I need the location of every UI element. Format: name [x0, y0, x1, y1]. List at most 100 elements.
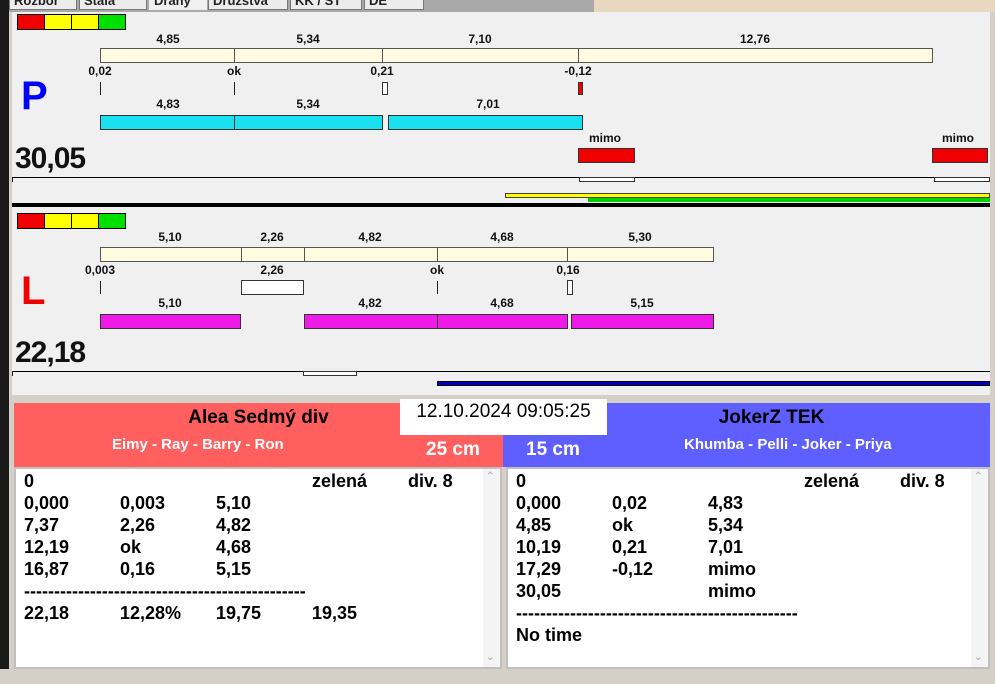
reaction-label: 0,16: [556, 263, 580, 277]
run-bar: [571, 314, 714, 329]
run-label: 4,68: [490, 296, 514, 310]
status-green: [98, 14, 126, 30]
list-cell: zelená: [804, 471, 860, 491]
split-bar: [100, 247, 242, 262]
list-cell: 7,01: [708, 537, 744, 557]
time-label: 5,34: [296, 32, 320, 46]
run-bar: [388, 115, 583, 130]
list-cell: 4,68: [216, 537, 252, 557]
split-bar: [567, 247, 714, 262]
baseline: [12, 371, 990, 372]
window-bottom: [0, 669, 995, 684]
status-yellow: [71, 213, 99, 229]
tab-bar-filler: [594, 0, 995, 12]
list-cell: 0,000: [24, 493, 70, 513]
progress-green: [588, 198, 990, 202]
list-cell: 0: [24, 471, 35, 491]
mimo-bar: [578, 148, 635, 163]
scroll-up-icon[interactable]: ⌃: [486, 471, 494, 482]
time-label: 2,26: [260, 230, 284, 244]
lane-letter: L: [21, 269, 46, 313]
run-label: 7,01: [476, 97, 500, 111]
left-results-list[interactable]: 0 zelená div. 8 0,000 0,003 5,10 7,37 2,26 4,82 1…: [14, 467, 502, 669]
target-marker: [579, 177, 635, 182]
scrollbar[interactable]: ⌃ ⌄: [483, 469, 500, 667]
list-cell: 12,28%: [120, 603, 182, 623]
split-bar: [241, 247, 305, 262]
time-label: 5,30: [628, 230, 652, 244]
tab-drahy[interactable]: Dráhy: [149, 0, 207, 10]
list-cell: 4,83: [708, 493, 744, 513]
reaction-marker: [241, 280, 304, 295]
reaction-label: 0,003: [84, 263, 116, 277]
time-label: 7,10: [468, 32, 492, 46]
tab-de[interactable]: DE: [364, 0, 424, 10]
datetime: 12.10.2024 09:05:25: [400, 399, 607, 435]
scrollbar[interactable]: ⌃ ⌄: [971, 469, 988, 667]
window-edge: [0, 0, 9, 684]
time-label: 12,76: [739, 32, 771, 46]
list-cell: 22,18: [24, 603, 70, 623]
reaction-label: -0,12: [564, 64, 592, 78]
tab-rozbor[interactable]: Rozbor: [9, 0, 77, 10]
team-players: Eimy - Ray - Barry - Ron: [112, 436, 284, 453]
list-cell: 7,37: [24, 515, 60, 535]
run-label: 5,15: [630, 296, 654, 310]
target-marker: [303, 371, 357, 376]
scroll-up-icon[interactable]: ⌃: [974, 471, 982, 482]
split-bar: [234, 48, 383, 63]
run-bar: [437, 314, 568, 329]
mimo-bar: [932, 148, 988, 163]
scroll-down-icon[interactable]: ⌄: [974, 652, 982, 663]
list-cell: div. 8: [900, 471, 945, 491]
tab-kk-st[interactable]: KK / ST: [290, 0, 362, 10]
list-cell: 0: [516, 471, 527, 491]
time-label: 4,82: [358, 230, 382, 244]
list-cell: No time: [516, 625, 583, 645]
target-marker: [934, 177, 990, 182]
time-label: 4,68: [490, 230, 514, 244]
reaction-marker-false-start: [578, 82, 583, 95]
team-name: JokerZ TEK: [718, 407, 825, 428]
list-cell: 0,003: [120, 493, 166, 513]
reaction-tick: [234, 82, 235, 95]
time-label: 4,85: [156, 32, 180, 46]
status-red: [17, 14, 45, 30]
reaction-tick: [437, 281, 438, 294]
team-players: Khumba - Pelli - Joker - Priya: [684, 436, 892, 453]
tab-stala[interactable]: Stála: [79, 0, 147, 10]
list-cell: 19,75: [216, 603, 262, 623]
split-bar: [100, 48, 235, 63]
reaction-tick: [100, 82, 101, 95]
reaction-label: 2,26: [260, 263, 284, 277]
list-cell: 17,29: [516, 559, 562, 579]
list-cell: 0,16: [120, 559, 156, 579]
progress-blue: [437, 381, 990, 386]
reaction-marker: [567, 280, 573, 295]
run-bar: [304, 314, 438, 329]
tab-druzstva[interactable]: Družstva: [208, 0, 288, 10]
time-label: 5,10: [158, 230, 182, 244]
right-results-list[interactable]: 0 zelená div. 8 0,000 0,02 4,83 4,85 ok 5,34 10,1…: [506, 467, 990, 669]
mimo-label: mimo: [941, 131, 975, 145]
list-cell: 4,85: [516, 515, 552, 535]
list-cell: 10,19: [516, 537, 562, 557]
mimo-label: mimo: [588, 131, 622, 145]
reaction-label: ok: [226, 64, 242, 78]
lane-total: 22,18: [15, 336, 86, 369]
run-bar: [234, 115, 383, 130]
status-yellow: [44, 14, 72, 30]
list-cell: 19,35: [312, 603, 358, 623]
status-green: [98, 213, 126, 229]
list-cell: ----------------------------------------…: [516, 603, 798, 623]
baseline: [12, 177, 990, 178]
list-cell: zelená: [312, 471, 368, 491]
reaction-marker: [382, 82, 388, 95]
list-cell: -0,12: [612, 559, 654, 579]
list-cell: 0,21: [612, 537, 648, 557]
scroll-down-icon[interactable]: ⌄: [486, 652, 494, 663]
reaction-label: 0,21: [370, 64, 394, 78]
split-bar: [578, 48, 933, 63]
baseline-tick: [12, 177, 13, 182]
list-cell: 5,34: [708, 515, 744, 535]
